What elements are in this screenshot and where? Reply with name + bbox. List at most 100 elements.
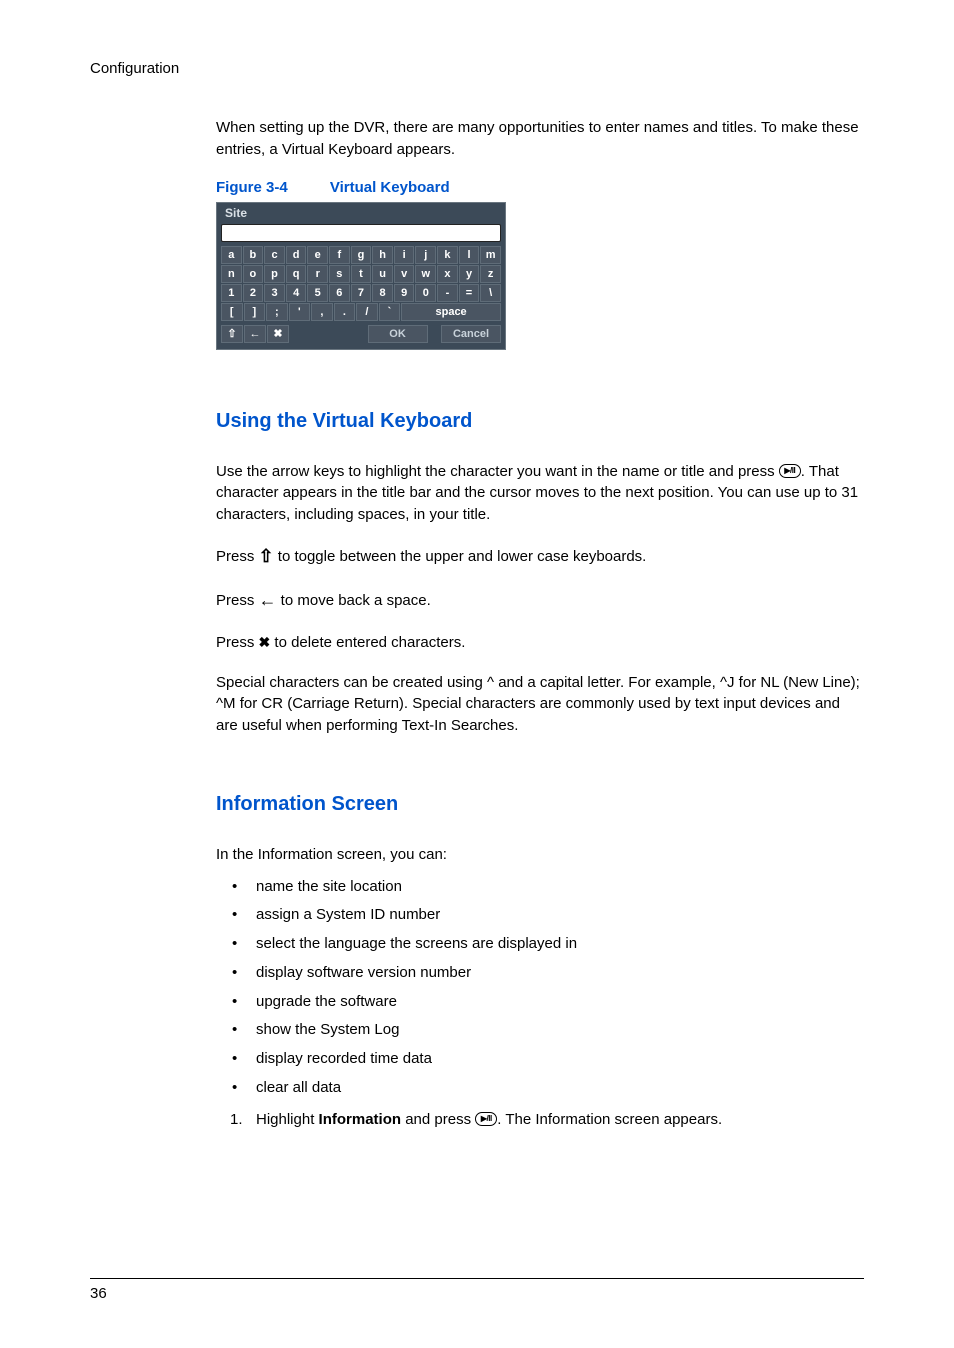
key-l[interactable]: l	[459, 246, 480, 264]
x-icon: ✖	[273, 327, 282, 340]
heading-virtual-keyboard: Using the Virtual Keyboard	[216, 410, 864, 433]
key-m[interactable]: m	[480, 246, 501, 264]
running-header: Configuration	[90, 60, 864, 77]
key-j[interactable]: j	[415, 246, 436, 264]
list-item: name the site location	[216, 876, 864, 898]
vk-text-input[interactable]	[221, 224, 501, 242]
text: Press	[216, 548, 259, 565]
virtual-keyboard: Site a b c d e f g h i j k l m n o p	[216, 202, 506, 350]
key-y[interactable]: y	[459, 265, 480, 283]
x-icon: ✖	[259, 632, 271, 652]
text: Highlight	[256, 1111, 319, 1128]
shift-button[interactable]: ⇧	[221, 325, 243, 343]
key-v[interactable]: v	[394, 265, 415, 283]
list-item: display recorded time data	[216, 1048, 864, 1070]
key-o[interactable]: o	[243, 265, 264, 283]
key-equals[interactable]: =	[459, 284, 480, 302]
key-d[interactable]: d	[286, 246, 307, 264]
page-number: 36	[90, 1285, 864, 1302]
footer-rule	[90, 1278, 864, 1279]
key-p[interactable]: p	[264, 265, 285, 283]
key-backtick[interactable]: `	[379, 303, 401, 321]
key-i[interactable]: i	[394, 246, 415, 264]
vk-press-delete: Press ✖ to delete entered characters.	[216, 632, 864, 654]
info-bullet-list: name the site location assign a System I…	[216, 876, 864, 1099]
key-x[interactable]: x	[437, 265, 458, 283]
info-intro: In the Information screen, you can:	[216, 844, 864, 866]
key-q[interactable]: q	[286, 265, 307, 283]
figure-number: Figure 3-4	[216, 179, 288, 196]
spacer	[290, 325, 367, 343]
text: to toggle between the upper and lower ca…	[274, 548, 647, 565]
step-number: 1.	[230, 1109, 243, 1131]
key-r[interactable]: r	[307, 265, 328, 283]
spacer	[429, 325, 440, 343]
key-k[interactable]: k	[437, 246, 458, 264]
list-item: assign a System ID number	[216, 904, 864, 926]
vk-site-label: Site	[225, 206, 247, 220]
vk-use-paragraph: Use the arrow keys to highlight the char…	[216, 461, 864, 526]
key-f[interactable]: f	[329, 246, 350, 264]
heading-information-screen: Information Screen	[216, 793, 864, 816]
enter-icon: ▶/II	[779, 464, 801, 478]
text: Press	[216, 592, 259, 609]
key-s[interactable]: s	[329, 265, 350, 283]
key-1[interactable]: 1	[221, 284, 242, 302]
key-e[interactable]: e	[307, 246, 328, 264]
key-semicolon[interactable]: ;	[266, 303, 288, 321]
key-b[interactable]: b	[243, 246, 264, 264]
list-item: show the System Log	[216, 1019, 864, 1041]
key-apostrophe[interactable]: '	[289, 303, 311, 321]
cancel-button[interactable]: Cancel	[441, 325, 501, 343]
back-arrow-icon: ←	[250, 328, 261, 340]
key-6[interactable]: 6	[329, 284, 350, 302]
key-c[interactable]: c	[264, 246, 285, 264]
figure-title: Virtual Keyboard	[330, 179, 450, 196]
delete-button[interactable]: ✖	[267, 325, 289, 343]
text: to delete entered characters.	[270, 634, 465, 651]
enter-icon: ▶/II	[475, 1112, 497, 1126]
back-arrow-icon: ←	[259, 587, 277, 613]
key-h[interactable]: h	[372, 246, 393, 264]
key-period[interactable]: .	[334, 303, 356, 321]
key-3[interactable]: 3	[264, 284, 285, 302]
ok-button[interactable]: OK	[368, 325, 428, 343]
text: . The Information screen appears.	[497, 1111, 722, 1128]
vk-press-back: Press ← to move back a space.	[216, 588, 864, 614]
list-item: upgrade the software	[216, 991, 864, 1013]
key-8[interactable]: 8	[372, 284, 393, 302]
key-n[interactable]: n	[221, 265, 242, 283]
key-4[interactable]: 4	[286, 284, 307, 302]
backspace-button[interactable]: ←	[244, 325, 266, 343]
vk-press-shift: Press ⇧ to toggle between the upper and …	[216, 544, 864, 570]
key-comma[interactable]: ,	[311, 303, 333, 321]
key-rbracket[interactable]: ]	[244, 303, 266, 321]
key-w[interactable]: w	[415, 265, 436, 283]
figure-caption: Figure 3-4 Virtual Keyboard	[216, 179, 864, 196]
key-u[interactable]: u	[372, 265, 393, 283]
list-item: clear all data	[216, 1077, 864, 1099]
key-z[interactable]: z	[480, 265, 501, 283]
list-item: display software version number	[216, 962, 864, 984]
vk-special-chars: Special characters can be created using …	[216, 672, 864, 737]
key-a[interactable]: a	[221, 246, 242, 264]
key-lbracket[interactable]: [	[221, 303, 243, 321]
text-bold: Information	[319, 1111, 402, 1128]
text: Press	[216, 634, 259, 651]
text: Use the arrow keys to highlight the char…	[216, 463, 779, 480]
key-dash[interactable]: -	[437, 284, 458, 302]
key-5[interactable]: 5	[307, 284, 328, 302]
key-t[interactable]: t	[351, 265, 372, 283]
key-backslash[interactable]: \	[480, 284, 501, 302]
key-slash[interactable]: /	[356, 303, 378, 321]
page-footer: 36	[90, 1278, 864, 1302]
key-9[interactable]: 9	[394, 284, 415, 302]
key-g[interactable]: g	[351, 246, 372, 264]
key-7[interactable]: 7	[351, 284, 372, 302]
key-0[interactable]: 0	[415, 284, 436, 302]
text: and press	[401, 1111, 475, 1128]
key-2[interactable]: 2	[243, 284, 264, 302]
list-item: select the language the screens are disp…	[216, 933, 864, 955]
key-space[interactable]: space	[401, 303, 501, 321]
step-1: 1. Highlight Information and press ▶/II.…	[216, 1109, 864, 1131]
